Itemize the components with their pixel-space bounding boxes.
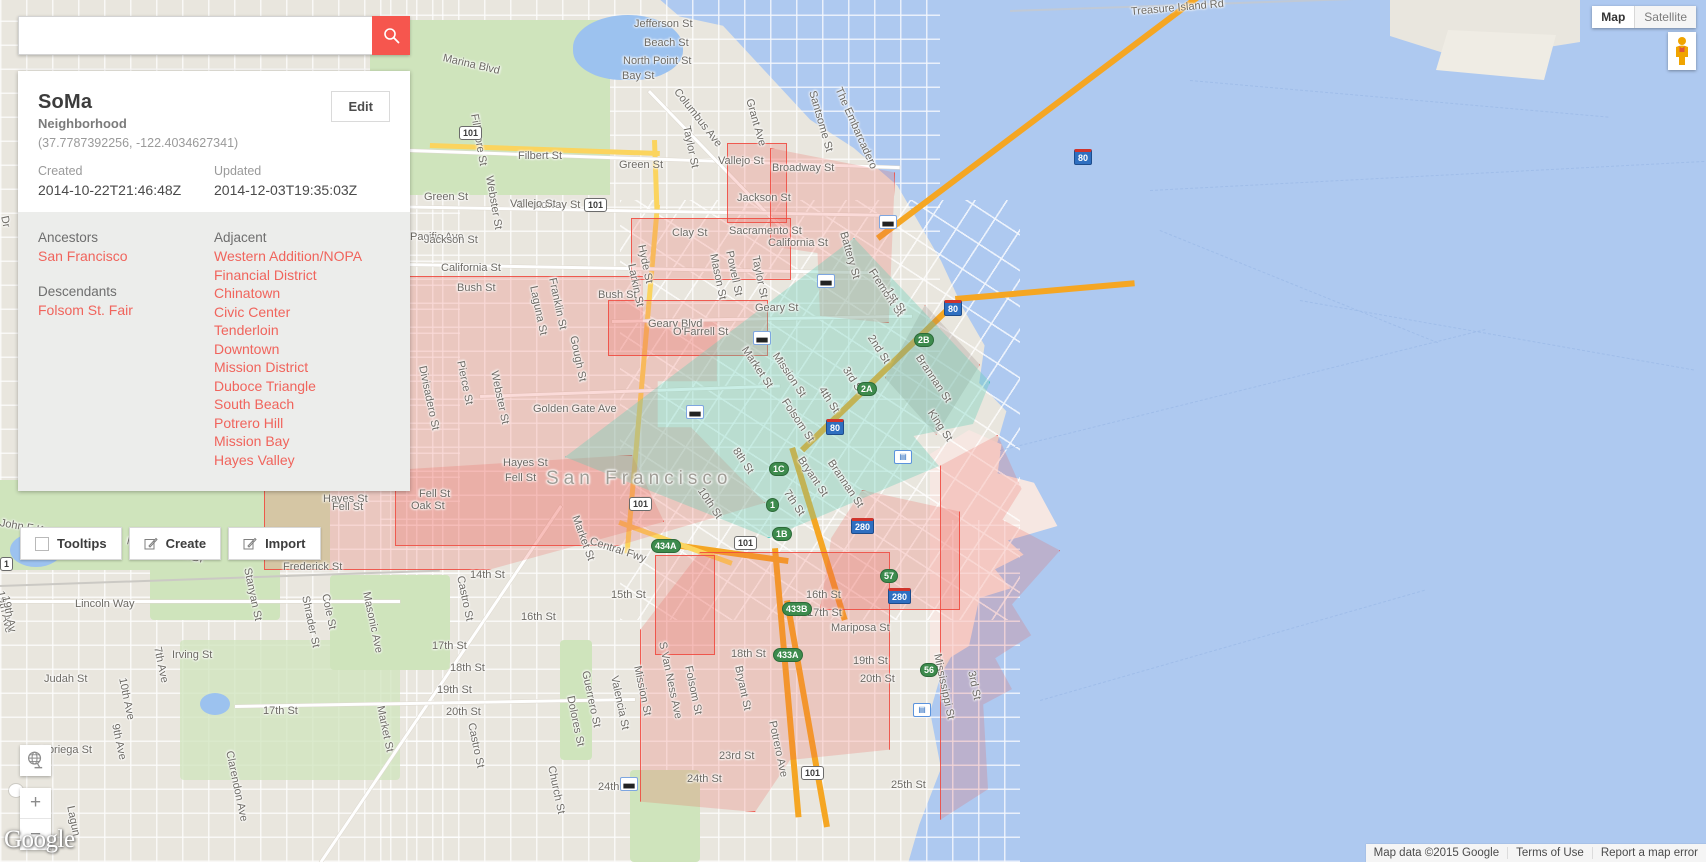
polygon-nob-hill[interactable] [631, 218, 791, 280]
route-shield: 101 [584, 198, 608, 212]
ancestors-descendants-column: Ancestors San Francisco Descendants Fols… [38, 230, 214, 469]
transit-icon-caltrain[interactable]: ▤ [894, 450, 912, 464]
tooltips-label: Tooltips [57, 536, 107, 551]
globe-icon [28, 751, 43, 769]
pencil-icon [144, 537, 158, 551]
updated-column: Updated 2014-12-03T19:35:03Z [214, 164, 390, 198]
transit-icon-6[interactable]: ▄▄ [620, 777, 638, 791]
transit-icon-2[interactable]: ▄▄ [817, 274, 835, 288]
adjacent-column: Adjacent Western Addition/NOPA Financial … [214, 230, 390, 469]
map-type-satellite[interactable]: Satellite [1635, 6, 1696, 28]
transit-icon-3[interactable]: ▄▄ [753, 331, 771, 345]
ancestors-list: San Francisco [38, 247, 214, 266]
adjacent-link[interactable]: Tenderloin [214, 321, 390, 340]
park-kezar [150, 560, 280, 620]
adjacent-link[interactable]: Civic Center [214, 303, 390, 322]
search-input[interactable] [18, 16, 372, 55]
attribution-map-data: Map data ©2015 Google [1373, 847, 1500, 859]
zoom-in-button[interactable]: + [20, 788, 51, 819]
tooltips-checkbox[interactable] [35, 536, 49, 551]
search-button[interactable] [372, 16, 410, 55]
adjacent-link[interactable]: Western Addition/NOPA [214, 247, 390, 266]
adjacent-link[interactable]: Financial District [214, 266, 390, 285]
route-shield: 101 [459, 126, 483, 140]
attribution-bar: Map data ©2015 Google Terms of Use Repor… [1365, 844, 1706, 862]
route-shield: 2B [914, 333, 934, 347]
descendant-link[interactable]: Folsom St. Fair [38, 301, 214, 320]
adjacent-label: Adjacent [214, 230, 267, 245]
create-button[interactable]: Create [128, 527, 222, 560]
map-type-control: Map Satellite [1592, 6, 1696, 28]
adjacent-link[interactable]: Duboce Triangle [214, 377, 390, 396]
route-shield: 433B [782, 602, 812, 616]
adjacent-link[interactable]: Mission District [214, 358, 390, 377]
import-button[interactable]: Import [228, 527, 321, 560]
coordinates-label: (37.7787392256, -122.4034627341) [38, 136, 239, 150]
route-shield: 1C [769, 462, 789, 476]
adjacent-link[interactable]: Potrero Hill [214, 414, 390, 433]
transit-icon-1[interactable]: ▄▄ [879, 215, 897, 229]
search-icon [383, 28, 399, 44]
pencil-icon [243, 537, 257, 551]
lake-small [200, 693, 230, 715]
google-logo: Google [4, 826, 75, 853]
created-label: Created [38, 164, 83, 178]
updated-value: 2014-12-03T19:35:03Z [214, 182, 358, 198]
route-shield: 80 [1074, 149, 1093, 165]
ancestors-label: Ancestors [38, 230, 99, 245]
polygon-duboce-triangle[interactable] [655, 555, 715, 655]
created-column: Created 2014-10-22T21:46:48Z [38, 164, 214, 198]
panel-header: Edit SoMa Neighborhood (37.7787392256, -… [18, 71, 410, 212]
edit-button[interactable]: Edit [331, 91, 390, 122]
route-shield: 280 [851, 518, 875, 534]
route-shield: 1 [0, 557, 14, 571]
street-view-pegman[interactable] [1668, 32, 1696, 70]
import-label: Import [265, 536, 306, 551]
route-shield: 57 [880, 569, 899, 583]
route-shield: 101 [629, 497, 653, 511]
route-shield: 1 [766, 498, 780, 512]
adjacent-link[interactable]: Chinatown [214, 284, 390, 303]
relations-section: Ancestors San Francisco Descendants Fols… [18, 212, 410, 491]
descendants-list: Folsom St. Fair [38, 301, 214, 320]
map-toolbar: Tooltips Create Import [20, 527, 321, 560]
adjacent-link[interactable]: Mission Bay [214, 432, 390, 451]
create-label: Create [165, 536, 207, 551]
pegman-icon [1676, 37, 1688, 65]
route-shield: 101 [734, 536, 758, 550]
updated-label: Updated [214, 164, 262, 178]
adjacent-link[interactable]: South Beach [214, 395, 390, 414]
tooltips-toggle[interactable]: Tooltips [20, 527, 122, 560]
map-type-map[interactable]: Map [1592, 6, 1635, 28]
adjacent-list: Western Addition/NOPA Financial District C… [214, 247, 390, 469]
search-bar[interactable] [18, 16, 410, 55]
road-lincoln-way [0, 600, 400, 603]
globe-button[interactable] [20, 745, 51, 776]
ancestor-link[interactable]: San Francisco [38, 247, 214, 266]
lagoon-palace-fine-arts [573, 15, 683, 80]
route-shield: 80 [826, 419, 845, 435]
transit-icon-4[interactable]: ▄▄ [686, 405, 704, 419]
route-shield: 101 [801, 766, 825, 780]
route-shield: 434A [651, 539, 681, 553]
park-buena-vista [330, 575, 450, 670]
adjacent-link[interactable]: Downtown [214, 340, 390, 359]
route-shield: 433A [773, 648, 803, 662]
descendants-label: Descendants [38, 283, 117, 299]
report-map-error-link[interactable]: Report a map error [1593, 844, 1706, 862]
terms-of-use-link[interactable]: Terms of Use [1508, 844, 1592, 862]
adjacent-link[interactable]: Hayes Valley [214, 451, 390, 470]
created-value: 2014-10-22T21:46:48Z [38, 182, 182, 198]
timestamps-row: Created 2014-10-22T21:46:48Z Updated 201… [38, 164, 390, 198]
route-shield: 1B [772, 527, 792, 541]
route-shield: 80 [944, 300, 963, 316]
route-shield: 2A [857, 382, 877, 396]
transit-icon-5[interactable]: ▤ [913, 703, 931, 717]
entity-info-panel: Edit SoMa Neighborhood (37.7787392256, -… [18, 71, 410, 491]
route-shield: 280 [888, 588, 912, 604]
route-shield: 56 [920, 663, 939, 677]
